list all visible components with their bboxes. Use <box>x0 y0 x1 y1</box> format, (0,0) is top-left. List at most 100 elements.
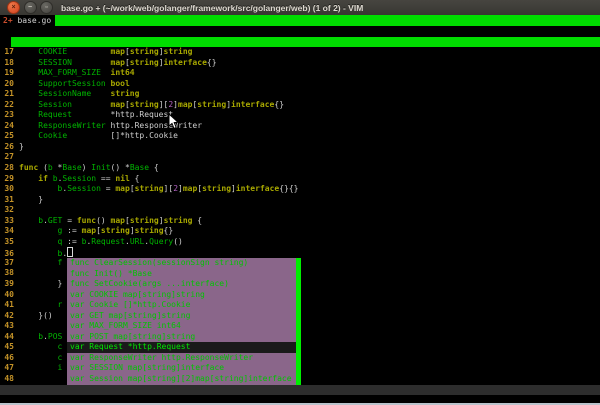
code-token: r <box>58 300 63 309</box>
code-line-21: 21 SessionName string <box>0 89 600 100</box>
code-token: Init <box>91 163 110 172</box>
code-token: http.ResponseWriter <box>111 121 203 130</box>
line-number: 23 <box>0 110 14 121</box>
code-line-34: 34 g := map[string]string{} <box>0 226 600 237</box>
code-token: {} <box>164 226 174 235</box>
line-number: 38 <box>0 268 14 279</box>
line-number: 37 <box>0 258 14 269</box>
code-token: string <box>135 184 164 193</box>
line-number: 32 <box>0 205 14 216</box>
code-token: map <box>178 100 192 109</box>
completion-item-selected[interactable]: var Request *http.Request <box>67 342 296 353</box>
close-icon[interactable]: × <box>7 1 20 14</box>
line-number: 28 <box>0 163 14 174</box>
completion-item[interactable]: func SetCookie(args ...interface) <box>67 279 296 290</box>
line-number: 24 <box>0 121 14 132</box>
line-number: 22 <box>0 100 14 111</box>
code-token: { <box>130 174 140 183</box>
code-token: }() <box>19 311 53 320</box>
code-token: Cookie <box>38 131 67 140</box>
code-token <box>72 58 111 67</box>
completion-item[interactable]: var COOKIE map[string]string <box>67 290 296 301</box>
line-number: 44 <box>0 332 14 343</box>
code-token: map <box>111 47 125 56</box>
code-line-26: 26} <box>0 142 600 153</box>
code-token <box>19 79 38 88</box>
code-line-20: 20 SupportSession bool <box>0 79 600 90</box>
code-token: == <box>96 174 115 183</box>
code-token <box>72 110 111 119</box>
code-line-30: 30 b.Session = map[string][2]map[string]… <box>0 184 600 195</box>
completion-popup: func ClearSession(sessionSign string)fun… <box>67 258 301 395</box>
line-number: 47 <box>0 363 14 374</box>
code-token: := <box>62 226 81 235</box>
code-token: GET <box>48 216 62 225</box>
code-token: () <box>96 216 110 225</box>
code-token: int64 <box>111 68 135 77</box>
code-token: Base <box>130 163 149 172</box>
code-token: nil <box>115 174 129 183</box>
code-token: := <box>62 237 81 246</box>
completion-item[interactable]: var MAX_FORM_SIZE int64 <box>67 321 296 332</box>
code-token: { <box>192 216 202 225</box>
code-token: = <box>62 216 76 225</box>
code-token: string <box>202 184 231 193</box>
code-token: Base <box>62 163 81 172</box>
code-token: func <box>19 163 38 172</box>
code-token: string <box>197 100 226 109</box>
code-token: interface <box>236 184 279 193</box>
mbe-statusline-bar <box>11 37 600 48</box>
code-token: string <box>164 216 193 225</box>
code-token: *http.Request <box>111 110 174 119</box>
completion-item[interactable]: var Cookie []*http.Cookie <box>67 300 296 311</box>
file-statusline: 1 ~/work/we go,utf-8,unix] 0x0 36,11-24 … <box>0 385 600 396</box>
code-token: () * <box>111 163 130 172</box>
completion-item[interactable]: func Init() *Base <box>67 269 296 280</box>
line-number: 18 <box>0 58 14 69</box>
completion-item[interactable]: func ClearSession(sessionSign string) <box>67 258 296 269</box>
line-number: 31 <box>0 195 14 206</box>
maximize-icon[interactable]: ▫ <box>40 1 53 14</box>
code-token: } <box>19 195 43 204</box>
popup-scrollbar[interactable] <box>296 258 301 395</box>
completion-item[interactable]: var POST map[string]string <box>67 332 296 343</box>
line-number: 42 <box>0 311 14 322</box>
code-token <box>19 68 38 77</box>
code-token: ][ <box>164 184 174 193</box>
code-token <box>19 47 38 56</box>
tab-label[interactable]: 2+ base.go <box>0 15 55 26</box>
code-token: {}{} <box>279 184 298 193</box>
code-token: string <box>164 47 193 56</box>
line-number: 25 <box>0 131 14 142</box>
code-token: {} <box>207 58 217 67</box>
code-token: string <box>130 58 159 67</box>
code-token <box>19 110 38 119</box>
code-token <box>19 353 58 362</box>
code-token: c <box>58 353 63 362</box>
completion-item[interactable]: var ResponseWriter http.ResponseWriter <box>67 353 296 364</box>
code-line-22: 22 Session map[string][2]map[string]inte… <box>0 100 600 111</box>
completion-item[interactable]: var GET map[string]string <box>67 311 296 322</box>
code-token <box>19 121 38 130</box>
code-token: f <box>58 258 63 267</box>
code-token: ) <box>82 163 92 172</box>
code-token: if <box>38 174 48 183</box>
vim-tabline: 2+ base.go <box>0 15 600 26</box>
code-token: string <box>111 89 140 98</box>
code-token: string <box>130 216 159 225</box>
line-number: 27 <box>0 152 14 163</box>
code-token: } <box>19 279 62 288</box>
line-number: 41 <box>0 300 14 311</box>
mbe-statusline: 3 -MiniBufExplorer- [-][none,utf-8,unix]… <box>0 37 600 48</box>
line-number: 29 <box>0 174 14 185</box>
minimize-icon[interactable]: − <box>24 1 37 14</box>
code-line-28: 28func (b *Base) Init() *Base { <box>0 163 600 174</box>
code-token: URL <box>130 237 144 246</box>
code-token: } <box>19 142 24 151</box>
code-token: {} <box>274 100 284 109</box>
line-number: 45 <box>0 342 14 353</box>
code-line-35: 35 q := b.Request.URL.Query() <box>0 237 600 248</box>
text-cursor <box>67 247 73 257</box>
completion-item[interactable]: var Session map[string][2]map[string]int… <box>67 374 296 385</box>
completion-item[interactable]: var SESSION map[string]interface <box>67 363 296 374</box>
